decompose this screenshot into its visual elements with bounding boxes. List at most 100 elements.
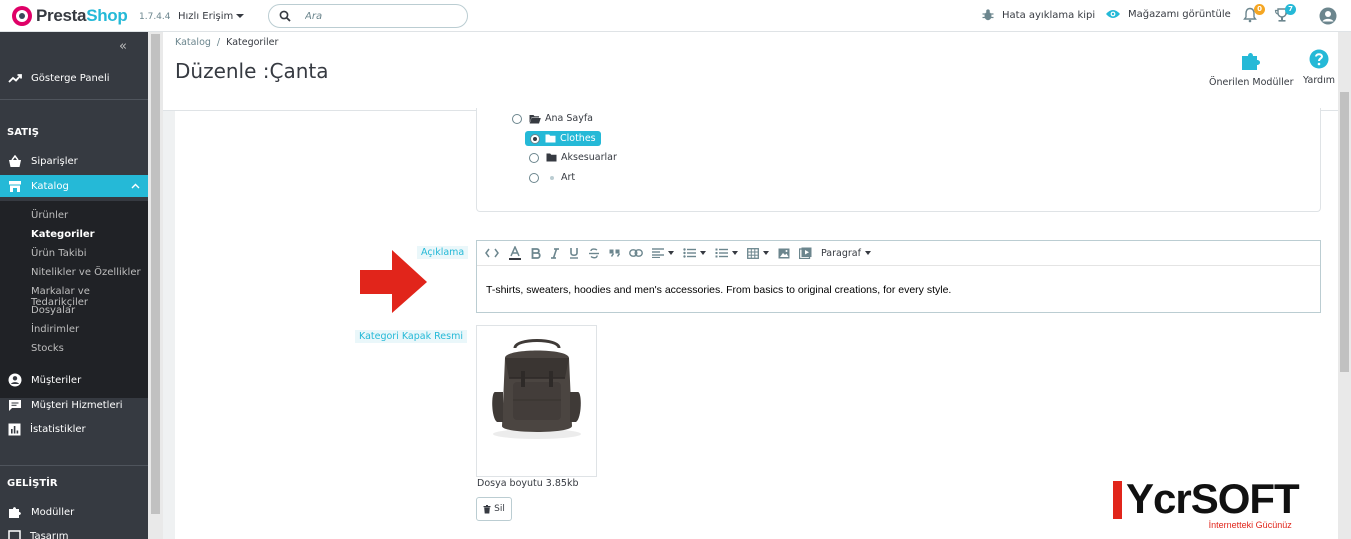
sidebar-item-dashboard[interactable]: Gösterge Paneli bbox=[0, 67, 148, 89]
sidebar-scrollbar-thumb[interactable] bbox=[151, 34, 160, 514]
page-scrollbar-thumb[interactable] bbox=[1340, 92, 1349, 372]
tree-radio-art[interactable] bbox=[529, 172, 539, 183]
account-circle-icon bbox=[8, 373, 22, 387]
description-text[interactable]: T-shirts, sweaters, hoodies and men's ac… bbox=[486, 284, 951, 296]
trophy-button[interactable]: 7 bbox=[1274, 4, 1296, 25]
page-header: Katalog / Kategoriler Düzenle :Çanta Öneri… bbox=[163, 32, 1351, 111]
bug-icon bbox=[982, 9, 994, 21]
tree-radio-accessories[interactable] bbox=[529, 152, 539, 163]
blockquote-button[interactable] bbox=[609, 249, 620, 257]
sidebar-item-label: Müşteriler bbox=[31, 374, 82, 386]
caret-down-icon bbox=[864, 251, 871, 255]
align-dropdown[interactable] bbox=[652, 248, 674, 258]
page-title: Düzenle :Çanta bbox=[175, 59, 329, 83]
sidebar-subitem-product-tracking[interactable]: Ürün Takibi bbox=[31, 248, 87, 259]
sidebar-subitem-attributes-features[interactable]: Nitelikler ve Özellikler bbox=[31, 267, 141, 278]
sidebar-item-stats[interactable]: İstatistikler bbox=[0, 418, 148, 440]
tree-selected-pill[interactable]: Clothes bbox=[525, 131, 601, 146]
chevron-up-icon bbox=[131, 183, 140, 189]
tree-item-clothes[interactable]: Clothes bbox=[525, 131, 601, 146]
sidebar-item-label: Tasarım bbox=[30, 530, 69, 539]
file-size-label: Dosya boyutu 3.85kb bbox=[477, 478, 579, 489]
underline-icon bbox=[570, 248, 578, 259]
sidebar-item-customers[interactable]: Müşteriler bbox=[0, 369, 148, 391]
tree-radio-clothes[interactable] bbox=[530, 133, 540, 144]
sidebar-scrollbar[interactable] bbox=[148, 32, 163, 539]
help-button[interactable]: Yardım bbox=[1303, 49, 1335, 86]
numbered-list-dropdown[interactable] bbox=[715, 248, 738, 258]
red-arrow-icon bbox=[360, 250, 427, 313]
sidebar-subitem-products[interactable]: Ürünler bbox=[31, 210, 68, 221]
bar-chart-icon bbox=[8, 423, 21, 435]
sidebar-item-label: Modüller bbox=[31, 506, 75, 518]
notifications-badge: 0 bbox=[1254, 4, 1265, 15]
search-input[interactable] bbox=[305, 9, 455, 23]
notifications-button[interactable]: 0 bbox=[1243, 4, 1265, 25]
text-color-button[interactable] bbox=[508, 246, 522, 260]
sidebar-subitem-discounts[interactable]: İndirimler bbox=[31, 324, 79, 335]
page-scrollbar[interactable] bbox=[1338, 32, 1351, 539]
table-icon bbox=[747, 247, 759, 259]
tree-item-label: Aksesuarlar bbox=[561, 152, 617, 163]
collapse-sidebar-icon[interactable]: « bbox=[119, 39, 127, 54]
breadcrumb: Katalog / Kategoriler bbox=[175, 37, 278, 48]
user-avatar-icon bbox=[1319, 7, 1337, 25]
tree-radio-home[interactable] bbox=[512, 113, 522, 124]
top-bar: PrestaShop 1.7.4.4 Hızlı Erişim Hata ayı… bbox=[0, 0, 1351, 32]
tree-item-art[interactable]: Art bbox=[529, 172, 575, 183]
prestashop-logo-icon bbox=[12, 6, 32, 26]
table-dropdown[interactable] bbox=[747, 247, 769, 259]
sidebar-subitem-stocks[interactable]: Stocks bbox=[31, 343, 64, 354]
delete-image-button[interactable]: Sil bbox=[476, 497, 512, 521]
view-shop-link[interactable]: Mağazamı görüntüle bbox=[1105, 8, 1231, 20]
sidebar-item-orders[interactable]: Siparişler bbox=[0, 150, 148, 172]
code-view-button[interactable] bbox=[485, 248, 499, 258]
description-editor[interactable]: Paragraf T-shirts, sweaters, hoodies and… bbox=[476, 240, 1321, 313]
link-button[interactable] bbox=[629, 249, 643, 257]
italic-button[interactable] bbox=[550, 247, 560, 259]
folder-icon bbox=[545, 134, 556, 143]
sidebar-subitem-files[interactable]: Dosyalar bbox=[31, 305, 75, 316]
debug-mode-link[interactable]: Hata ayıklama kipi bbox=[981, 8, 1095, 22]
version-label: 1.7.4.4 bbox=[139, 12, 171, 22]
align-left-icon bbox=[652, 248, 664, 258]
code-icon bbox=[485, 248, 499, 258]
watermark-tagline: İnternetteki Gücünüz bbox=[1208, 520, 1292, 530]
insert-image-button[interactable] bbox=[778, 248, 790, 259]
image-icon bbox=[778, 248, 790, 258]
sidebar-subitem-categories[interactable]: Kategoriler bbox=[31, 229, 95, 240]
strikethrough-button[interactable] bbox=[588, 247, 600, 259]
underline-button[interactable] bbox=[569, 247, 579, 259]
sidebar-section-sell: SATIŞ bbox=[7, 127, 39, 138]
logo-text-suffix: Shop bbox=[86, 6, 128, 25]
shopping-basket-icon bbox=[9, 154, 21, 167]
tree-item-accessories[interactable]: Aksesuarlar bbox=[529, 152, 617, 163]
sidebar-section-improve: GELİŞTİR bbox=[7, 478, 58, 489]
bullet-list-icon bbox=[683, 248, 696, 258]
recommended-modules-button[interactable]: Önerilen Modüller bbox=[1209, 49, 1294, 88]
help-icon bbox=[1309, 49, 1329, 69]
sidebar-item-catalog[interactable]: Katalog bbox=[0, 175, 148, 197]
backpack-image bbox=[477, 326, 596, 476]
eye-icon bbox=[1106, 10, 1120, 18]
breadcrumb-separator: / bbox=[216, 37, 221, 48]
quick-access-dropdown[interactable]: Hızlı Erişim bbox=[178, 11, 245, 22]
bullet-list-dropdown[interactable] bbox=[683, 248, 706, 258]
caret-down-icon bbox=[732, 251, 738, 255]
sidebar-item-modules[interactable]: Modüller bbox=[0, 501, 148, 523]
search-box[interactable] bbox=[268, 4, 468, 28]
paragraph-style-dropdown[interactable]: Paragraf bbox=[821, 248, 871, 259]
sidebar-item-design[interactable]: Tasarım bbox=[0, 525, 148, 539]
user-account-button[interactable] bbox=[1319, 7, 1337, 28]
sidebar-item-customer-service[interactable]: Müşteri Hizmetleri bbox=[0, 394, 148, 416]
tree-item-home[interactable]: Ana Sayfa bbox=[512, 113, 593, 124]
insert-video-button[interactable] bbox=[799, 247, 812, 259]
bold-button[interactable] bbox=[531, 247, 541, 259]
debug-mode-label: Hata ayıklama kipi bbox=[1002, 9, 1096, 21]
help-label: Yardım bbox=[1303, 75, 1335, 86]
numbered-list-icon bbox=[715, 248, 728, 258]
breadcrumb-link-catalog[interactable]: Katalog bbox=[175, 37, 211, 48]
sidebar: « Gösterge Paneli SATIŞ Siparişler Katal… bbox=[0, 32, 148, 539]
prestashop-logo[interactable]: PrestaShop bbox=[12, 6, 128, 26]
quote-icon bbox=[609, 249, 620, 257]
